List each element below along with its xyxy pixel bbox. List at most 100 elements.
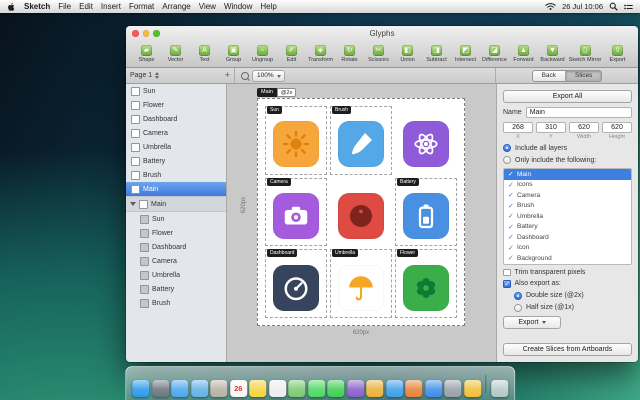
segment-button[interactable]: Slices (565, 71, 601, 81)
dock-icon-maps[interactable] (288, 380, 305, 397)
page-name[interactable]: Page 1 (130, 72, 152, 79)
zoom-button[interactable] (153, 30, 160, 37)
dock-icon-launchpad[interactable] (152, 380, 169, 397)
tile-sun[interactable] (273, 121, 319, 167)
toolbar-difference-icon[interactable]: ◪ Difference (480, 45, 509, 63)
tile-brush[interactable] (338, 121, 384, 167)
menu-item[interactable]: Edit (79, 2, 93, 11)
tile-battery[interactable] (403, 193, 449, 239)
layer-row-artboard[interactable]: Camera (126, 126, 226, 140)
dock-icon-ibooks[interactable] (405, 380, 422, 397)
layer-group-main[interactable]: Main (126, 196, 226, 212)
title-bar[interactable]: Glyphs (126, 26, 638, 41)
toolbar-edit-icon[interactable]: ✐ Edit (277, 45, 306, 63)
dock-icon-calendar[interactable]: 26 (230, 380, 247, 397)
menu-item[interactable]: File (58, 2, 71, 11)
toolbar-transform-icon[interactable]: ◈ Transform (306, 45, 335, 63)
toolbar-backward-icon[interactable]: ▼ Backward (538, 45, 567, 63)
width-input[interactable] (569, 122, 599, 133)
menu-item[interactable]: Arrange (162, 2, 190, 11)
toolbar-text-icon[interactable]: A Text (190, 45, 219, 63)
dock-icon-app-store[interactable] (425, 380, 442, 397)
menu-item[interactable]: Insert (101, 2, 121, 11)
layer-row-child[interactable]: Sun (126, 212, 226, 226)
create-slices-button[interactable]: Create Slices from Artboards (503, 343, 632, 356)
disclosure-triangle-icon[interactable] (130, 202, 136, 206)
menu-item[interactable]: Window (224, 2, 252, 11)
spotlight-icon[interactable] (609, 2, 618, 11)
tile-knob[interactable] (338, 193, 384, 239)
layer-row-child[interactable]: Battery (126, 282, 226, 296)
toolbar-intersect-icon[interactable]: ◩ Intersect (451, 45, 480, 63)
dock-icon-mail[interactable] (191, 380, 208, 397)
toolbar-rotate-icon[interactable]: ↻ Rotate (335, 45, 364, 63)
artboard[interactable]: Sun Brush Camera (257, 98, 465, 326)
only-include-radio[interactable]: Only include the following: (503, 156, 632, 164)
layer-row-child[interactable]: Flower (126, 226, 226, 240)
layer-row-artboard[interactable]: Dashboard (126, 112, 226, 126)
layer-row-child[interactable]: Umbrella (126, 268, 226, 282)
export-layer-row[interactable]: Icons (504, 180, 631, 191)
wifi-icon[interactable] (545, 2, 556, 11)
minimize-button[interactable] (143, 30, 150, 37)
toolbar-union-icon[interactable]: ◧ Union (393, 45, 422, 63)
tile-gauge[interactable] (273, 265, 319, 311)
dock-icon-trash[interactable] (491, 380, 508, 397)
dock-icon-facetime[interactable] (327, 380, 344, 397)
export-layer-row[interactable]: Battery (504, 222, 631, 233)
menu-item[interactable]: Help (260, 2, 276, 11)
tile-umbrella[interactable] (338, 265, 384, 311)
half-size-radio[interactable]: Half size (@1x) (503, 304, 632, 312)
also-export-checkbox[interactable]: Also export as: (503, 280, 632, 288)
layer-row-artboard[interactable]: Flower (126, 98, 226, 112)
dock-icon-iphoto[interactable] (366, 380, 383, 397)
export-layer-row[interactable]: Dashboard (504, 232, 631, 243)
toolbar-mirror-icon[interactable]: ▯ Sketch Mirror (567, 45, 603, 63)
tile-atom[interactable] (403, 121, 449, 167)
pages-bar[interactable]: Page 1 + (126, 68, 235, 83)
menu-app-name[interactable]: Sketch (24, 2, 50, 11)
layer-row-child[interactable]: Camera (126, 254, 226, 268)
double-size-radio[interactable]: Double size (@2x) (503, 292, 632, 300)
toolbar-group-icon[interactable]: ▣ Group (219, 45, 248, 63)
include-all-layers-radio[interactable]: Include all layers (503, 144, 632, 152)
y-input[interactable] (536, 122, 566, 133)
trim-transparent-checkbox[interactable]: Trim transparent pixels (503, 269, 632, 277)
toolbar-vector-icon[interactable]: ✎ Vector (161, 45, 190, 63)
dock-icon-itunes[interactable] (386, 380, 403, 397)
add-page-button[interactable]: + (225, 71, 230, 80)
export-layer-row[interactable]: Background (504, 253, 631, 264)
dock-icon-messages[interactable] (308, 380, 325, 397)
notification-center-icon[interactable] (624, 3, 633, 11)
toolbar-subtract-icon[interactable]: ◨ Subtract (422, 45, 451, 63)
toolbar-ungroup-icon[interactable]: ▫ Ungroup (248, 45, 277, 63)
dock-icon-photo-booth[interactable] (347, 380, 364, 397)
layer-row-artboard[interactable]: Battery (126, 154, 226, 168)
tile-flower[interactable] (403, 265, 449, 311)
segment-button[interactable]: Back (533, 71, 565, 81)
layer-row-child[interactable]: Dashboard (126, 240, 226, 254)
export-layer-row[interactable]: Umbrella (504, 211, 631, 222)
toolbar-scissors-icon[interactable]: ✂ Scissors (364, 45, 393, 63)
dock-icon-safari[interactable] (171, 380, 188, 397)
page-chevrons-icon[interactable] (155, 72, 159, 79)
toolbar-forward-icon[interactable]: ▲ Forward (509, 45, 538, 63)
export-all-button[interactable]: Export All (503, 90, 632, 103)
menu-item[interactable]: Format (129, 2, 154, 11)
menu-clock[interactable]: 26 Jul 10:06 (562, 2, 603, 11)
menu-item[interactable]: View (199, 2, 216, 11)
layer-row-artboard[interactable]: Sun (126, 84, 226, 98)
toolbar-shape-icon[interactable]: ▰ Shape (132, 45, 161, 63)
dock-icon-system-preferences[interactable] (444, 380, 461, 397)
export-layer-row[interactable]: Main (504, 169, 631, 180)
canvas[interactable]: Main @2x 620px Sun Brush (227, 84, 496, 362)
layer-row-artboard[interactable]: Brush (126, 168, 226, 182)
name-input[interactable] (526, 107, 632, 118)
slice-badge[interactable]: Main @2x (257, 88, 296, 97)
tile-camera[interactable] (273, 193, 319, 239)
layer-row-artboard[interactable]: Main (126, 182, 226, 196)
dock-icon-finder[interactable] (132, 380, 149, 397)
height-input[interactable] (602, 122, 632, 133)
apple-menu-icon[interactable] (7, 2, 16, 12)
close-button[interactable] (132, 30, 139, 37)
